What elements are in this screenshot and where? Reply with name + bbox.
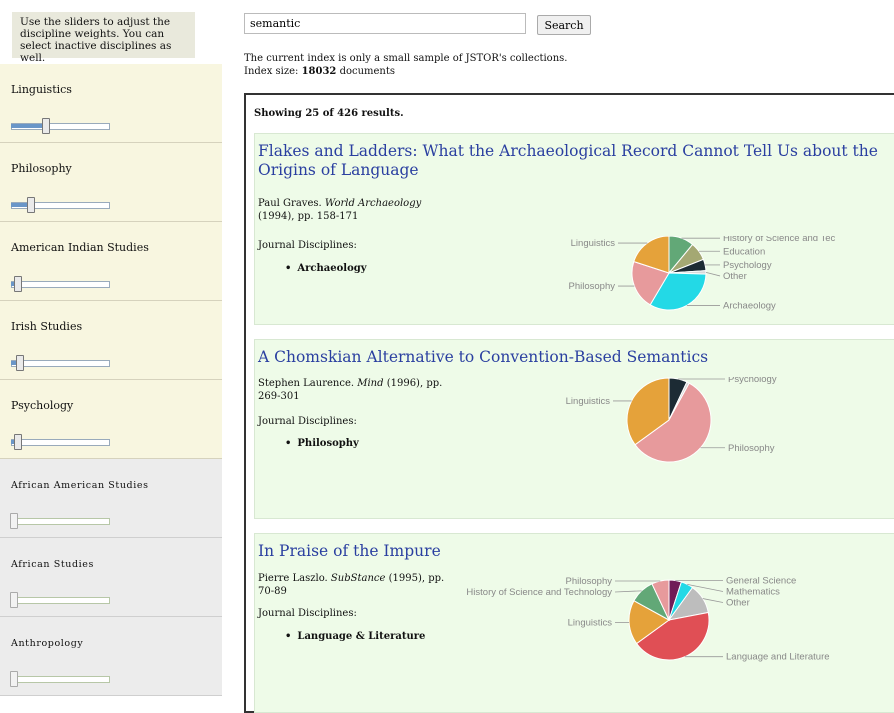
discipline-weight-slider[interactable] xyxy=(11,276,110,292)
result-citation: Paul Graves. World Archaeology (1994), p… xyxy=(258,197,448,223)
result-journal: Mind xyxy=(357,378,384,389)
pie-slice-label: Psychology xyxy=(723,260,772,271)
index-size-value: 18032 xyxy=(301,66,337,77)
discipline-label: Philosophy xyxy=(11,162,72,175)
index-notice: The current index is only a small sample… xyxy=(244,52,567,78)
pie-slice-label: Philosophy xyxy=(566,576,613,587)
discipline-label: African American Studies xyxy=(11,480,149,491)
discipline-item[interactable]: Psychology xyxy=(0,380,222,459)
result-card: A Chomskian Alternative to Convention-Ba… xyxy=(254,339,894,519)
pie-slice-label: Philosophy xyxy=(728,443,775,454)
discipline-item-inactive[interactable]: African American Studies xyxy=(0,459,222,538)
slider-handle[interactable] xyxy=(27,197,35,213)
search-button[interactable]: Search xyxy=(537,15,591,35)
discipline-weight-slider[interactable] xyxy=(11,197,110,213)
results-panel: Showing 25 of 426 results. Flakes and La… xyxy=(244,93,894,713)
discipline-pie-chart: Psychology Philosophy Linguistics xyxy=(566,377,777,463)
discipline-weight-slider[interactable] xyxy=(10,671,110,687)
pie-slice-label: Philosophy xyxy=(569,281,616,292)
discipline-item[interactable]: Irish Studies xyxy=(0,301,222,380)
result-card: In Praise of the Impure Pierre Laszlo. S… xyxy=(254,533,894,713)
slider-track[interactable] xyxy=(11,597,110,604)
result-citation: Pierre Laszlo. SubStance (1995), pp. 70-… xyxy=(258,572,448,598)
discipline-item[interactable]: Linguistics xyxy=(0,64,222,143)
results-count: Showing 25 of 426 results. xyxy=(254,108,404,119)
pie-slice-label: General Science xyxy=(726,575,796,586)
pie-slice-label: Archaeology xyxy=(723,300,776,311)
slider-handle[interactable] xyxy=(10,592,18,608)
slider-track[interactable] xyxy=(11,281,110,288)
result-journal: SubStance xyxy=(330,573,386,584)
journal-disciplines-label: Journal Disciplines: xyxy=(258,416,357,427)
pie-leader-line xyxy=(705,272,721,277)
pie-slice-label: Psychology xyxy=(728,377,777,385)
pie-leader-line xyxy=(614,590,642,593)
result-card: Flakes and Ladders: What the Archaeologi… xyxy=(254,133,894,325)
discipline-label: American Indian Studies xyxy=(11,241,149,254)
pie-slice-label: Linguistics xyxy=(568,618,613,629)
result-author: Paul Graves. xyxy=(258,198,322,209)
result-author: Pierre Laszlo. xyxy=(258,573,328,584)
discipline-pie-chart: General ScienceMathematicsOther Language … xyxy=(466,575,830,663)
journal-disciplines-label: Journal Disciplines: xyxy=(258,240,357,251)
pie-slice-label: Other xyxy=(726,597,750,608)
discipline-weight-slider[interactable] xyxy=(10,513,110,529)
discipline-list: Linguistics Philosophy American Indian S… xyxy=(0,64,222,696)
slider-handle[interactable] xyxy=(14,276,22,292)
result-pages: (1994), pp. 158-171 xyxy=(258,211,359,222)
discipline-label: Linguistics xyxy=(11,83,72,96)
slider-track[interactable] xyxy=(11,439,110,446)
result-author: Stephen Laurence. xyxy=(258,378,355,389)
pie-slice-label: History of Science and Technology xyxy=(723,236,835,244)
result-title-link[interactable]: Flakes and Ladders: What the Archaeologi… xyxy=(258,142,894,180)
slider-track[interactable] xyxy=(11,676,110,683)
index-size-prefix: Index size: xyxy=(244,66,302,77)
discipline-item[interactable]: Philosophy xyxy=(0,143,222,222)
slider-handle[interactable] xyxy=(10,671,18,687)
pie-slice-label: Linguistics xyxy=(571,238,616,249)
slider-handle[interactable] xyxy=(10,513,18,529)
index-size-suffix: documents xyxy=(336,66,396,77)
discipline-sidebar: Use the sliders to adjust the discipline… xyxy=(0,0,222,696)
index-sample-note: The current index is only a small sample… xyxy=(244,53,568,64)
discipline-pie-chart: History of Science and Technology Educati… xyxy=(569,236,835,311)
result-title-link[interactable]: A Chomskian Alternative to Convention-Ba… xyxy=(258,348,894,367)
search-input[interactable] xyxy=(244,13,526,34)
discipline-weight-slider[interactable] xyxy=(10,592,110,608)
slider-track[interactable] xyxy=(11,518,110,525)
result-journal: World Archaeology xyxy=(324,198,422,209)
slider-fill xyxy=(11,124,45,128)
journal-discipline-item: Language & Literature xyxy=(285,631,425,642)
pie-slice-label: Other xyxy=(723,271,747,282)
pie-slice-label: Language and Literature xyxy=(726,652,830,663)
result-title-link[interactable]: In Praise of the Impure xyxy=(258,542,894,561)
pie-slice-label: Linguistics xyxy=(566,396,611,407)
journal-discipline-item: Archaeology xyxy=(285,263,366,274)
discipline-item[interactable]: American Indian Studies xyxy=(0,222,222,301)
journal-discipline-item: Philosophy xyxy=(285,438,358,449)
discipline-item-inactive[interactable]: African Studies xyxy=(0,538,222,617)
pie-slice-label: Education xyxy=(723,246,765,257)
result-citation: Stephen Laurence. Mind (1996), pp. 269-3… xyxy=(258,377,448,403)
pie-slice-label: Mathematics xyxy=(726,586,780,597)
slider-handle[interactable] xyxy=(42,118,50,134)
discipline-item-inactive[interactable]: Anthropology xyxy=(0,617,222,696)
slider-handle[interactable] xyxy=(14,434,22,450)
discipline-weight-slider[interactable] xyxy=(11,355,110,371)
journal-disciplines-label: Journal Disciplines: xyxy=(258,608,357,619)
pie-slice-label: History of Science and Technology xyxy=(466,587,612,598)
pie-leader-line xyxy=(702,598,724,603)
slider-track[interactable] xyxy=(11,360,110,367)
discipline-label: Anthropology xyxy=(11,638,84,649)
discipline-weight-slider[interactable] xyxy=(11,118,110,134)
slider-instructions: Use the sliders to adjust the discipline… xyxy=(12,12,195,64)
slider-handle[interactable] xyxy=(16,355,24,371)
index-size-line: Index size: 18032 documents xyxy=(244,65,567,78)
discipline-weight-slider[interactable] xyxy=(11,434,110,450)
discipline-label: Irish Studies xyxy=(11,320,83,333)
discipline-label: African Studies xyxy=(11,559,94,570)
discipline-label: Psychology xyxy=(11,399,74,412)
